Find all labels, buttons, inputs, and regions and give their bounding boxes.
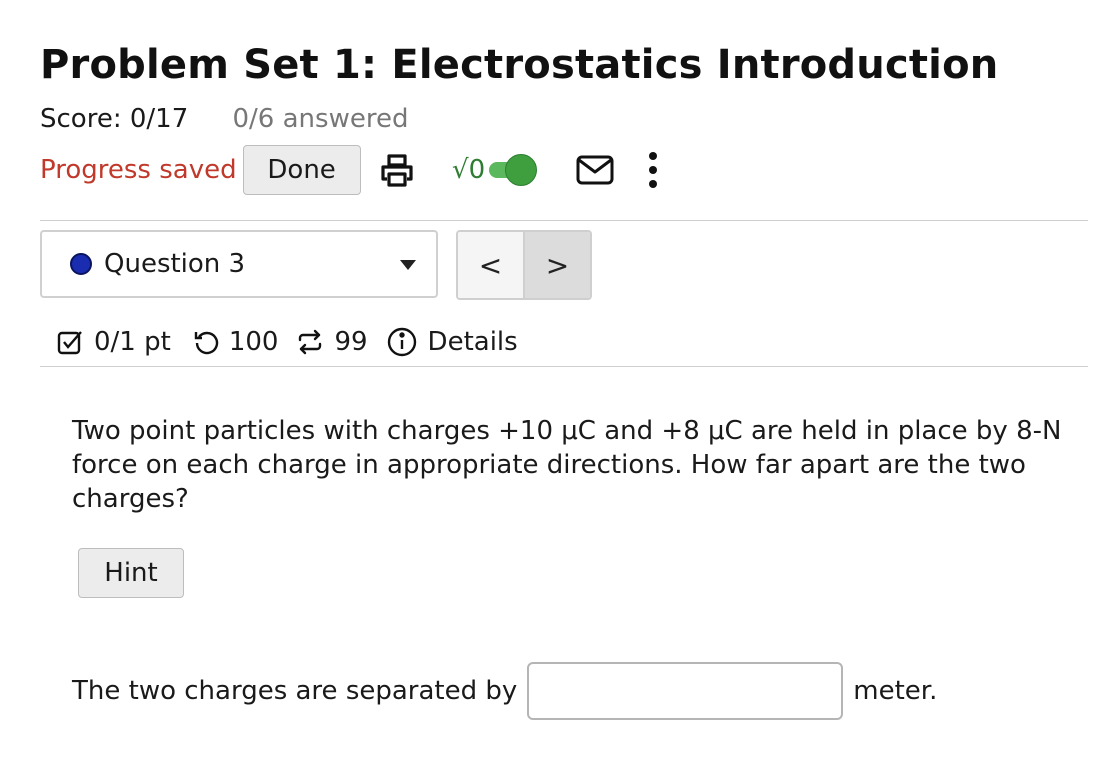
- math-entry-toggle[interactable]: √0: [452, 148, 538, 192]
- checkbox-icon: [57, 331, 82, 355]
- caret-down-icon: [400, 260, 416, 270]
- answer-unit: meter.: [853, 676, 938, 706]
- question-pager: < >: [456, 230, 592, 300]
- envelope-icon: [576, 155, 614, 185]
- score-text: Score: 0/17: [40, 104, 189, 134]
- details-link[interactable]: Details: [428, 327, 518, 357]
- question-select[interactable]: Question 3: [40, 230, 438, 298]
- toggle-track: [489, 154, 538, 186]
- question-meta: 0/1 pt 100 99 Details: [56, 318, 518, 366]
- progress-saved-status: Progress saved: [40, 155, 237, 185]
- header-divider: [40, 220, 1088, 221]
- question-status-dot: [70, 253, 92, 275]
- score-summary: Score: 0/17 0/6 answered: [40, 104, 408, 134]
- toggle-knob: [505, 154, 538, 186]
- answered-count: 0/6 answered: [232, 104, 409, 134]
- question-select-label: Question 3: [104, 249, 246, 279]
- kebab-menu-icon: [649, 152, 657, 188]
- action-bar: Progress saved Done: [40, 144, 361, 196]
- message-button[interactable]: [575, 150, 615, 190]
- print-button[interactable]: [378, 150, 416, 190]
- points-value: 0/1 pt: [94, 327, 171, 357]
- printer-icon: [381, 154, 413, 187]
- hint-button[interactable]: Hint: [78, 548, 184, 598]
- page-title: Problem Set 1: Electrostatics Introducti…: [40, 42, 999, 88]
- done-button[interactable]: Done: [242, 145, 361, 195]
- next-question-button[interactable]: >: [525, 232, 590, 298]
- versions-icon: [299, 329, 322, 355]
- answer-row: The two charges are separated by meter.: [72, 662, 937, 720]
- sqrt-icon: √0: [452, 155, 486, 185]
- question-text: Two point particles with charges +10 μC …: [72, 416, 1062, 514]
- meta-divider: [40, 366, 1088, 367]
- more-options-button[interactable]: [640, 150, 666, 190]
- attempts-remaining: 100: [228, 327, 279, 357]
- answer-input[interactable]: [527, 662, 844, 720]
- info-icon[interactable]: [386, 326, 418, 358]
- previous-question-button[interactable]: <: [458, 232, 525, 298]
- answer-prefix: The two charges are separated by: [72, 676, 518, 706]
- versions-count: 99: [334, 327, 368, 357]
- retry-icon: [194, 331, 218, 355]
